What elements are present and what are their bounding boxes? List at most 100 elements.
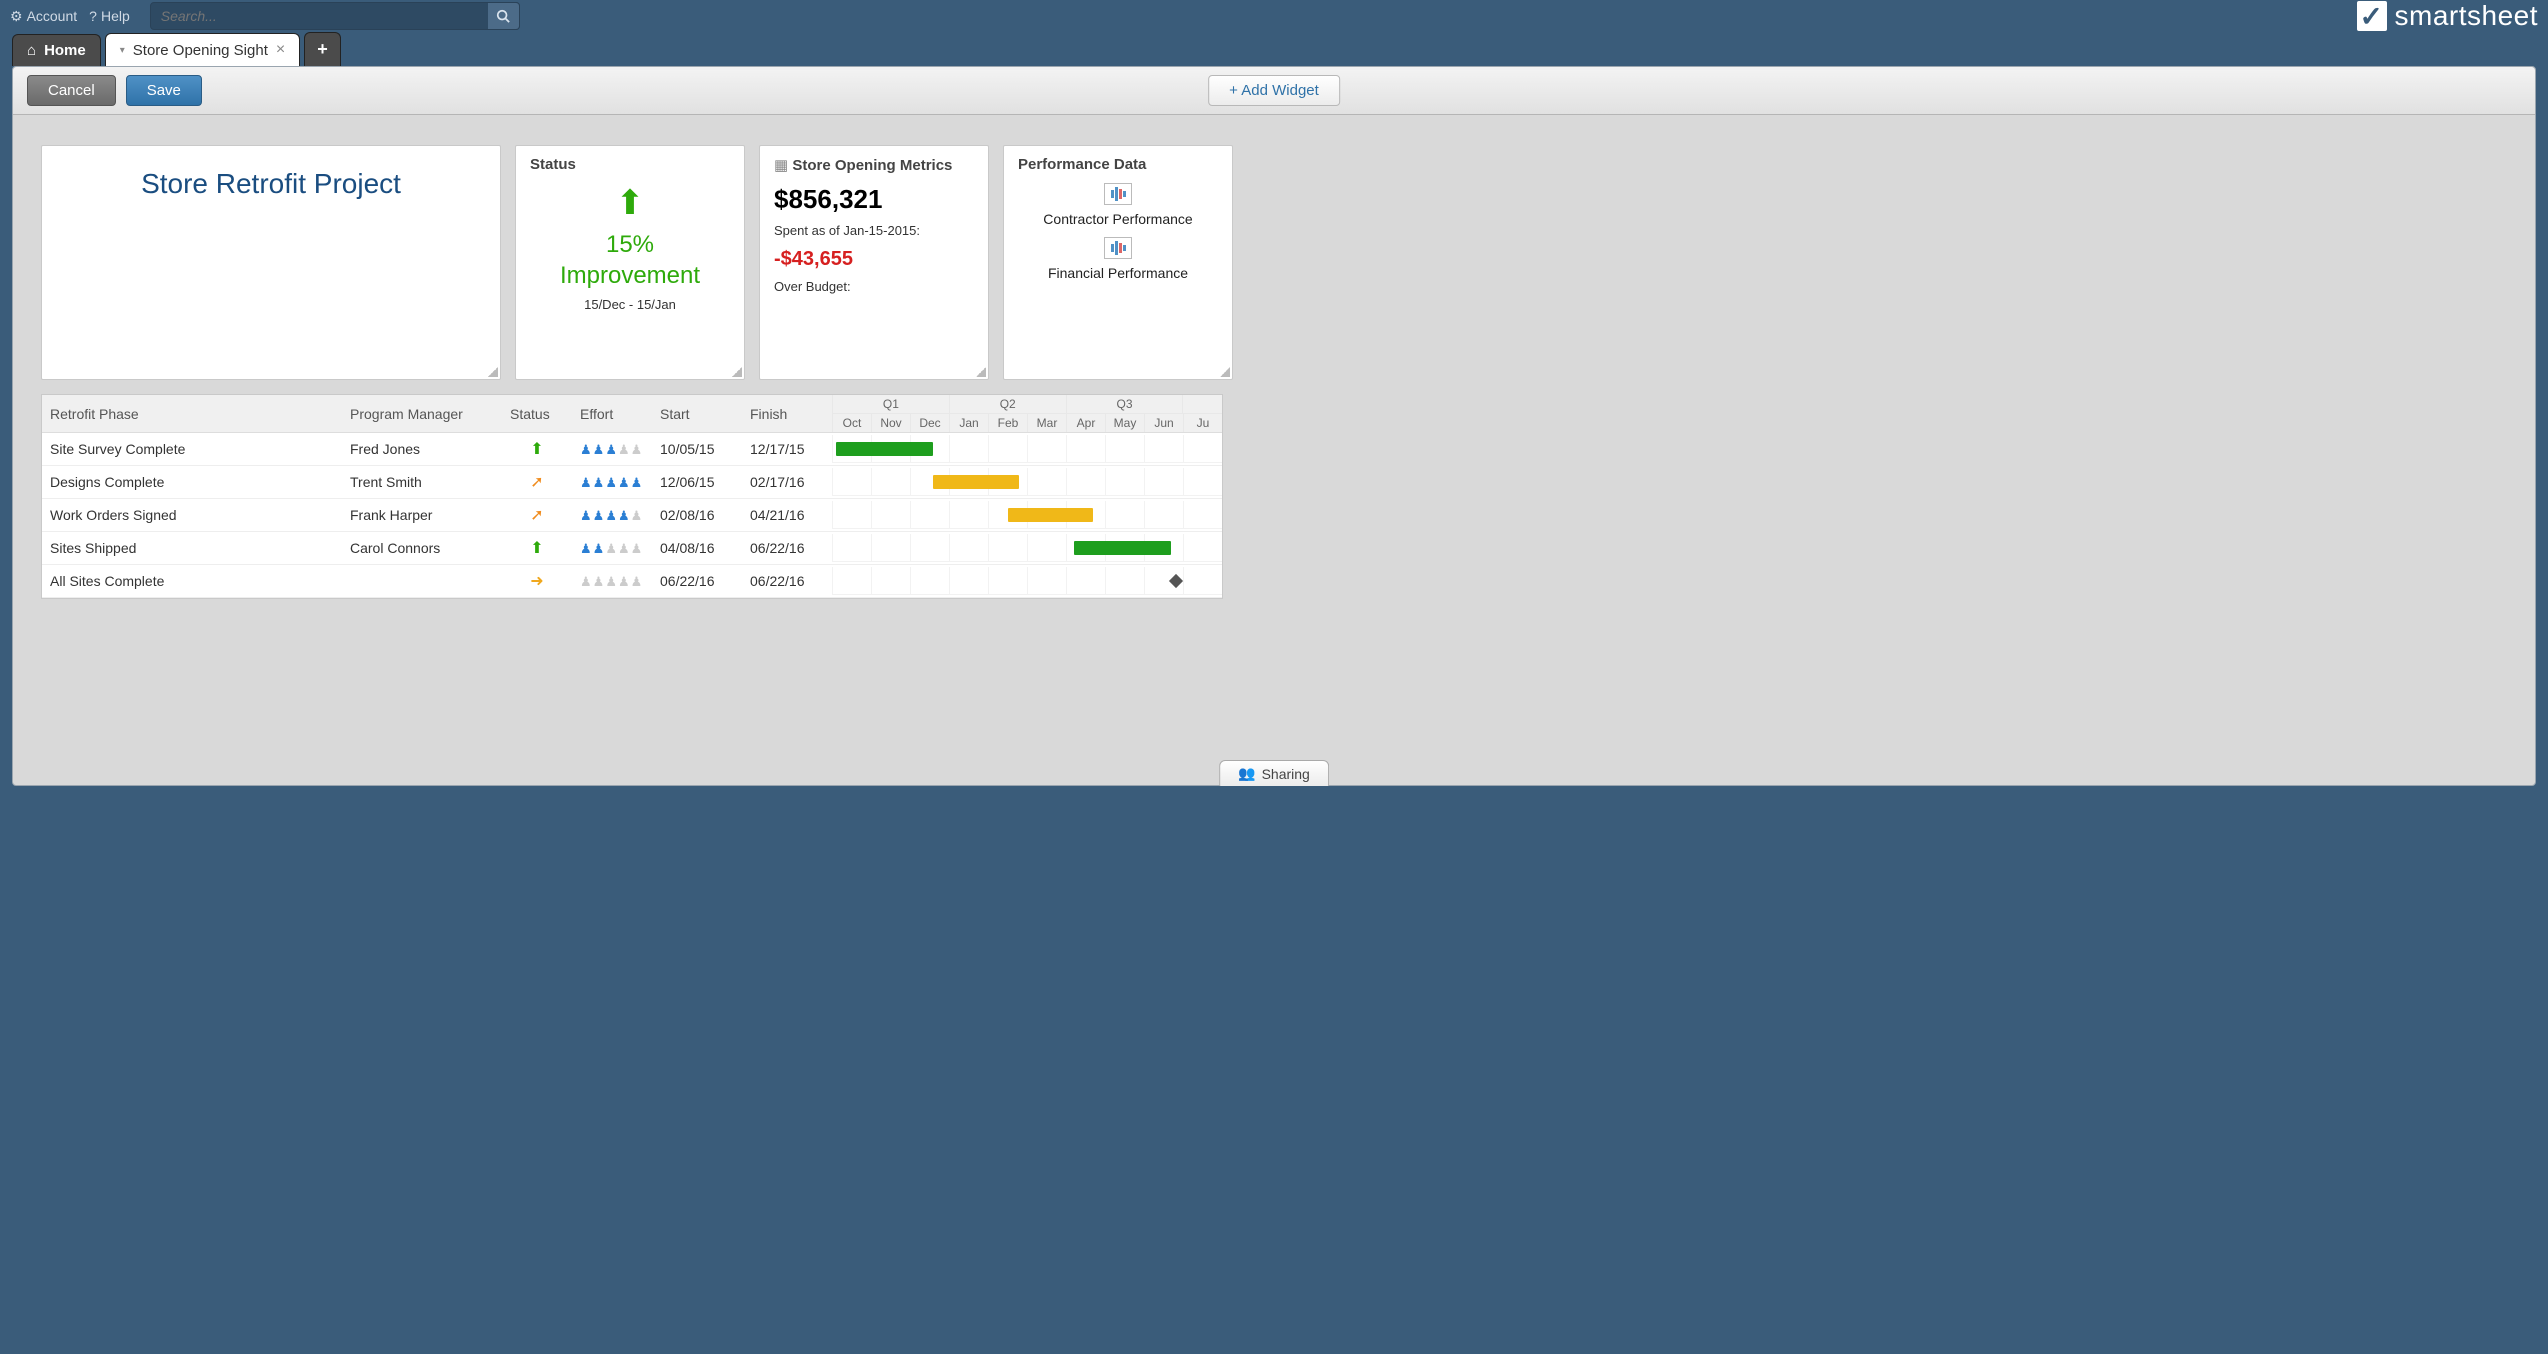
status-value: 15% — [606, 231, 654, 258]
table-row[interactable]: Work Orders Signed Frank Harper ➚ ♟♟♟♟♟ … — [42, 499, 1222, 532]
tab-home[interactable]: ⌂ Home — [12, 34, 101, 66]
title-widget[interactable]: Store Retrofit Project — [41, 145, 501, 380]
cell-effort: ♟♟♟♟♟ — [572, 433, 652, 466]
col-pm[interactable]: Program Manager — [342, 395, 502, 433]
search-button[interactable] — [488, 2, 520, 30]
status-widget[interactable]: Status ⬆ 15% Improvement 15/Dec - 15/Jan — [515, 145, 745, 380]
sharing-label: Sharing — [1262, 766, 1310, 782]
home-icon: ⌂ — [27, 42, 36, 59]
gantt-q1: Q1 — [832, 395, 949, 413]
effort-indicator: ♟♟♟♟♟ — [580, 541, 642, 557]
gantt-month: Jan — [949, 414, 988, 432]
cell-timeline — [832, 466, 1222, 499]
table-row[interactable]: Site Survey Complete Fred Jones ⬆ ♟♟♟♟♟ … — [42, 433, 1222, 466]
close-icon[interactable]: × — [276, 41, 285, 59]
gantt-month: Ju — [1183, 414, 1222, 432]
cell-effort: ♟♟♟♟♟ — [572, 532, 652, 565]
gantt-row — [832, 468, 1222, 496]
metrics-heading: ▦ Store Opening Metrics — [774, 156, 974, 174]
perf-link-contractor[interactable]: Contractor Performance — [1018, 211, 1218, 227]
perf-heading: Performance Data — [1018, 156, 1218, 173]
cell-start: 04/08/16 — [652, 532, 742, 565]
cell-phase: Designs Complete — [42, 466, 342, 499]
resize-handle[interactable] — [1220, 367, 1230, 377]
widget-row-1: Store Retrofit Project Status ⬆ 15% Impr… — [41, 145, 2507, 380]
gantt-bar — [1074, 541, 1172, 555]
gantt-bar — [836, 442, 934, 456]
cell-phase: All Sites Complete — [42, 565, 342, 598]
col-effort[interactable]: Effort — [572, 395, 652, 433]
cell-status: ⬆ — [502, 532, 572, 565]
gantt-month: Feb — [988, 414, 1027, 432]
gantt-header-row: Retrofit Phase Program Manager Status Ef… — [42, 395, 1222, 433]
metrics-widget[interactable]: ▦ Store Opening Metrics $856,321 Spent a… — [759, 145, 989, 380]
status-arrow-icon: ⬆ — [530, 540, 543, 557]
gantt-row — [832, 501, 1222, 529]
metrics-spent-label: Spent as of Jan-15-2015: — [774, 223, 974, 238]
help-link[interactable]: ? Help — [89, 8, 130, 24]
col-start[interactable]: Start — [652, 395, 742, 433]
project-title: Store Retrofit Project — [56, 168, 486, 200]
logo: ✓ smartsheet — [2357, 0, 2539, 32]
search-icon — [496, 9, 510, 23]
col-timeline: Q1 Q2 Q3 OctNovDecJanFebMarAprMayJunJu — [832, 395, 1222, 433]
effort-indicator: ♟♟♟♟♟ — [580, 574, 642, 590]
resize-handle[interactable] — [976, 367, 986, 377]
cell-phase: Sites Shipped — [42, 532, 342, 565]
table-row[interactable]: Sites Shipped Carol Connors ⬆ ♟♟♟♟♟ 04/0… — [42, 532, 1222, 565]
status-arrow-icon: ⬆ — [530, 441, 543, 458]
gantt-widget[interactable]: Retrofit Phase Program Manager Status Ef… — [41, 394, 1223, 599]
cell-status: ➚ — [502, 499, 572, 532]
cancel-button[interactable]: Cancel — [27, 75, 116, 106]
metrics-over-label: Over Budget: — [774, 279, 974, 294]
status-word: Improvement — [560, 262, 700, 289]
metrics-amount: $856,321 — [774, 184, 974, 215]
resize-handle[interactable] — [732, 367, 742, 377]
cell-timeline — [832, 433, 1222, 466]
cell-start: 10/05/15 — [652, 433, 742, 466]
table-row[interactable]: Designs Complete Trent Smith ➚ ♟♟♟♟♟ 12/… — [42, 466, 1222, 499]
cell-finish: 12/17/15 — [742, 433, 832, 466]
status-date-range: 15/Dec - 15/Jan — [530, 297, 730, 312]
cell-status: ➚ — [502, 466, 572, 499]
cell-pm: Trent Smith — [342, 466, 502, 499]
tab-add[interactable]: + — [304, 32, 341, 66]
cell-start: 06/22/16 — [652, 565, 742, 598]
status-improvement: 15% Improvement — [530, 229, 730, 291]
resize-handle[interactable] — [488, 367, 498, 377]
gantt-row — [832, 534, 1222, 562]
save-button[interactable]: Save — [126, 75, 202, 106]
cell-status: ⬆ — [502, 433, 572, 466]
chevron-down-icon[interactable]: ▾ — [120, 45, 125, 56]
gantt-q3: Q3 — [1066, 395, 1183, 413]
gantt-quarters: Q1 Q2 Q3 — [832, 395, 1222, 414]
cell-pm — [342, 565, 502, 598]
cell-finish: 02/17/16 — [742, 466, 832, 499]
help-label: Help — [101, 8, 130, 24]
col-phase[interactable]: Retrofit Phase — [42, 395, 342, 433]
account-link[interactable]: ⚙ Account — [10, 8, 77, 25]
effort-indicator: ♟♟♟♟♟ — [580, 475, 642, 491]
logo-mark-icon: ✓ — [2357, 1, 2387, 31]
gantt-month: May — [1105, 414, 1144, 432]
gantt-month: Dec — [910, 414, 949, 432]
status-arrow-icon: ➚ — [530, 474, 543, 491]
col-status[interactable]: Status — [502, 395, 572, 433]
account-label: Account — [27, 8, 78, 24]
perf-link-financial[interactable]: Financial Performance — [1018, 265, 1218, 281]
tab-active[interactable]: ▾ Store Opening Sight × — [105, 33, 300, 66]
cell-timeline — [832, 565, 1222, 598]
gantt-bar — [933, 475, 1019, 489]
sharing-tab[interactable]: 👥 Sharing — [1219, 760, 1329, 786]
col-finish[interactable]: Finish — [742, 395, 832, 433]
search-input[interactable] — [150, 2, 520, 30]
cell-timeline — [832, 499, 1222, 532]
cell-start: 02/08/16 — [652, 499, 742, 532]
help-icon: ? — [89, 8, 97, 24]
add-widget-button[interactable]: + Add Widget — [1208, 75, 1340, 106]
table-row[interactable]: All Sites Complete ➜ ♟♟♟♟♟ 06/22/16 06/2… — [42, 565, 1222, 598]
effort-indicator: ♟♟♟♟♟ — [580, 442, 642, 458]
cell-finish: 06/22/16 — [742, 565, 832, 598]
performance-widget[interactable]: Performance Data Contractor Performance … — [1003, 145, 1233, 380]
people-icon: 👥 — [1238, 765, 1255, 782]
